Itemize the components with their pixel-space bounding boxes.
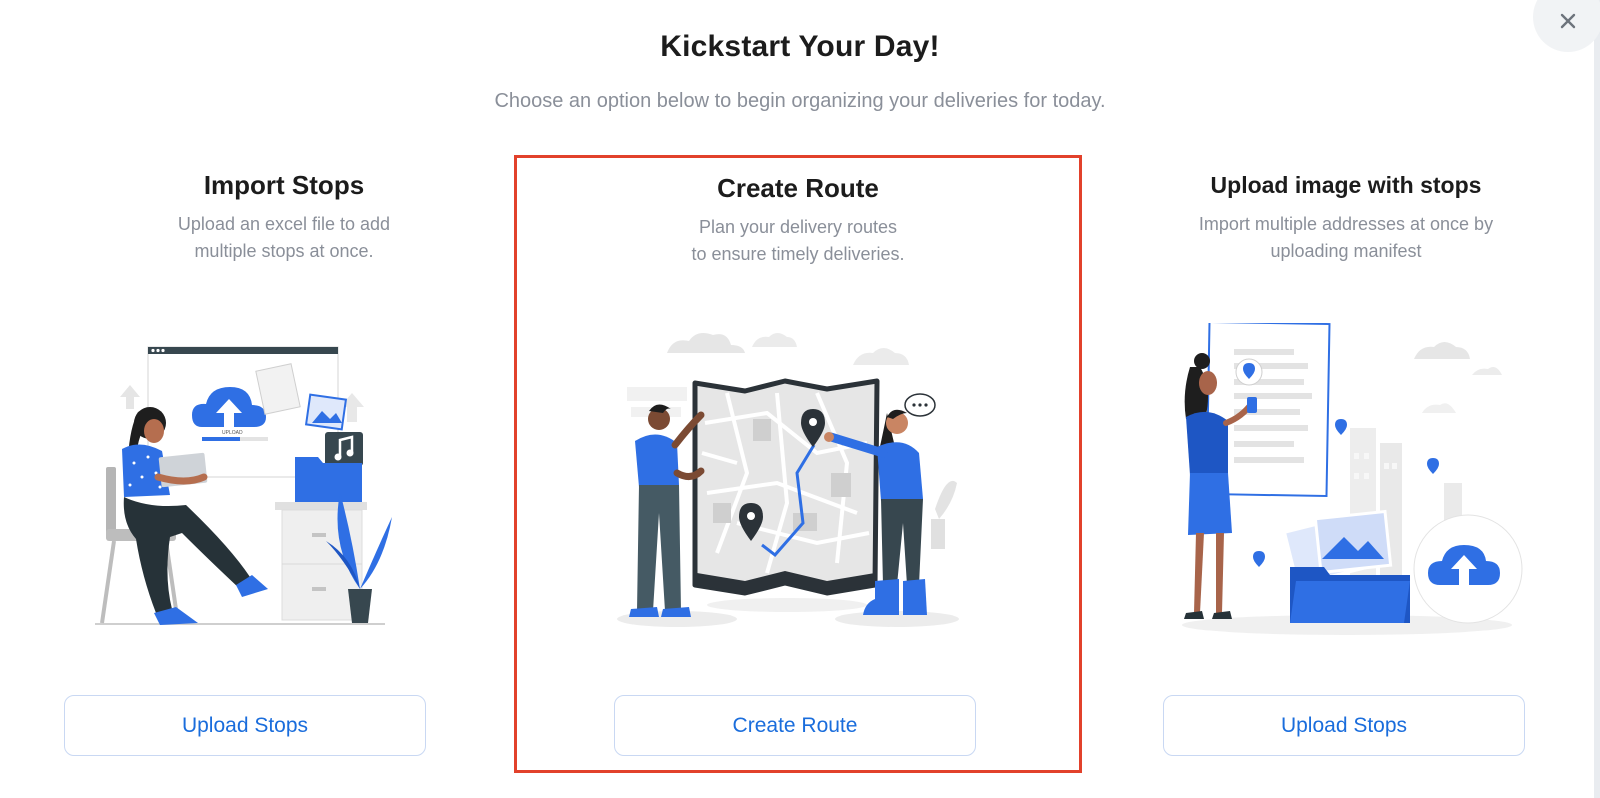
- card-description: Import multiple addresses at once by upl…: [1122, 211, 1570, 265]
- person-with-manifest-illustration: [1182, 323, 1523, 635]
- card-description-line: to ensure timely deliveries.: [691, 244, 905, 264]
- close-icon: [1560, 13, 1576, 29]
- upload-stops-button[interactable]: Upload Stops: [64, 695, 426, 756]
- create-route-button[interactable]: Create Route: [614, 695, 976, 756]
- card-description: Upload an excel file to add multiple sto…: [60, 211, 508, 265]
- card-description-line: Import multiple addresses at once by: [1198, 214, 1494, 234]
- card-description-line: uploading manifest: [1270, 241, 1422, 261]
- person-uploading-files-illustration: UPLOAD: [95, 346, 392, 625]
- page-title: Kickstart Your Day!: [660, 30, 940, 63]
- create-route-card[interactable]: Create Route Plan your delivery routes t…: [514, 155, 1082, 773]
- upload-label: UPLOAD: [222, 430, 243, 436]
- upload-image-card: Upload image with stops Import multiple …: [1062, 155, 1600, 773]
- card-title: Upload image with stops: [1210, 172, 1482, 198]
- card-description-line: Upload an excel file to add: [177, 214, 391, 234]
- card-description: Plan your delivery routes to ensure time…: [577, 214, 1019, 268]
- upload-stops-button[interactable]: Upload Stops: [1163, 695, 1525, 756]
- page-subtitle: Choose an option below to begin organizi…: [494, 90, 1106, 112]
- people-holding-map-illustration: [617, 333, 959, 627]
- import-stops-card: Import Stops Upload an excel file to add…: [0, 155, 568, 773]
- card-description-line: multiple stops at once.: [194, 241, 374, 261]
- card-description-line: Plan your delivery routes: [698, 217, 898, 237]
- card-title: Create Route: [717, 173, 879, 203]
- card-title: Import Stops: [203, 170, 365, 200]
